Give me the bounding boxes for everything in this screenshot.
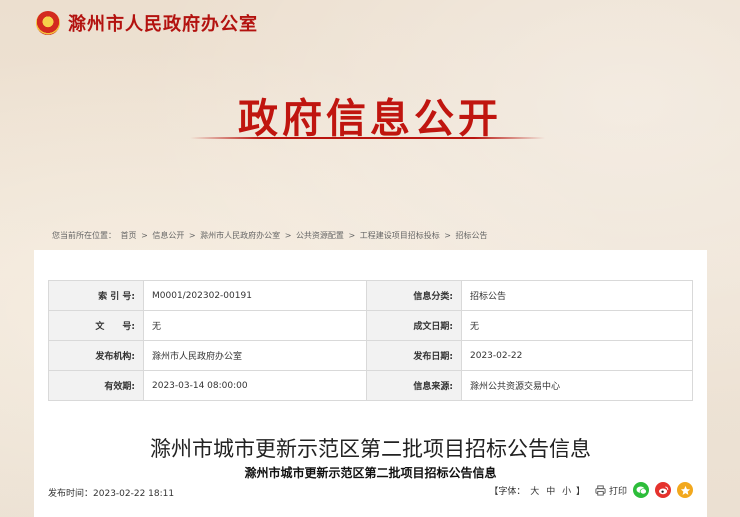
wechat-icon[interactable]: [633, 482, 649, 498]
meta-value: 滁州市人民政府办公室: [143, 340, 367, 371]
meta-value: 滁州公共资源交易中心: [461, 370, 693, 401]
site-title[interactable]: 滁州市人民政府办公室: [68, 10, 258, 36]
breadcrumb-item-office[interactable]: 滁州市人民政府办公室: [200, 231, 280, 240]
meta-key: 文 号:: [48, 310, 144, 341]
print-icon: [595, 484, 606, 496]
banner-divider: [190, 137, 545, 139]
site-header: 滁州市人民政府办公室: [36, 8, 258, 38]
meta-table: 索 引 号: M0001/202302-00191 信息分类: 招标公告 文 号…: [48, 280, 693, 401]
article-title: 滁州市城市更新示范区第二批项目招标公告信息: [150, 437, 591, 461]
font-size-control: 【字体： 大 中 小 】: [489, 484, 585, 497]
publish-time-value: 2023-02-22 18:11: [93, 489, 175, 499]
article-subtitle: 滁州市城市更新示范区第二批项目招标公告信息: [244, 466, 497, 480]
meta-key: 信息来源:: [366, 370, 462, 401]
meta-value: 无: [143, 310, 367, 341]
breadcrumb-item-home[interactable]: 首页: [121, 231, 137, 240]
font-size-close: 】: [575, 486, 585, 497]
breadcrumb-separator: >: [188, 231, 199, 240]
font-size-small-button[interactable]: 小: [562, 487, 571, 497]
print-label: 打印: [608, 486, 627, 497]
meta-value: M0001/202302-00191: [143, 280, 367, 311]
table-row: 文 号: 无 成文日期: 无: [48, 310, 693, 341]
table-row: 发布机构: 滁州市人民政府办公室 发布日期: 2023-02-22: [48, 340, 693, 371]
font-size-label: 【字体：: [489, 486, 526, 497]
qzone-icon[interactable]: [677, 482, 693, 498]
meta-key: 有效期:: [48, 370, 144, 401]
table-row: 索 引 号: M0001/202302-00191 信息分类: 招标公告: [48, 280, 693, 311]
meta-key: 索 引 号:: [48, 280, 144, 311]
print-button[interactable]: 打印: [595, 484, 627, 497]
emblem-icon: [36, 11, 60, 35]
breadcrumb-item-bidding[interactable]: 工程建设项目招标投标: [360, 231, 440, 240]
meta-value: 2023-03-14 08:00:00: [143, 370, 367, 401]
meta-value: 2023-02-22: [461, 340, 693, 371]
breadcrumb-item-info[interactable]: 信息公开: [152, 231, 184, 240]
meta-key: 信息分类:: [366, 280, 462, 311]
breadcrumb-prefix: 您当前所在位置：: [52, 231, 116, 240]
font-size-large-button[interactable]: 大: [530, 487, 539, 497]
content-card: 索 引 号: M0001/202302-00191 信息分类: 招标公告 文 号…: [34, 250, 707, 517]
breadcrumb-separator: >: [284, 231, 294, 240]
meta-key: 成文日期:: [366, 310, 462, 341]
font-size-medium-button[interactable]: 中: [546, 487, 555, 497]
meta-key: 发布日期:: [366, 340, 462, 371]
breadcrumb-separator: >: [348, 231, 358, 240]
publish-time-label: 发布时间：: [48, 489, 94, 499]
breadcrumb: 您当前所在位置： 首页 > 信息公开 > 滁州市人民政府办公室 > 公共资源配置…: [52, 230, 490, 241]
article-tools: 【字体： 大 中 小 】 打印: [489, 482, 693, 498]
table-row: 有效期: 2023-03-14 08:00:00 信息来源: 滁州公共资源交易中…: [48, 370, 693, 401]
weibo-icon[interactable]: [655, 482, 671, 498]
breadcrumb-item-resources[interactable]: 公共资源配置: [296, 231, 344, 240]
breadcrumb-separator: >: [444, 231, 454, 240]
breadcrumb-item-notice[interactable]: 招标公告: [456, 231, 488, 240]
meta-value: 无: [461, 310, 693, 341]
meta-value: 招标公告: [461, 280, 693, 311]
publish-time: 发布时间：2023-02-22 18:11: [48, 486, 174, 499]
meta-key: 发布机构:: [48, 340, 144, 371]
breadcrumb-separator: >: [141, 231, 151, 240]
banner-title: 政府信息公开: [238, 95, 502, 142]
